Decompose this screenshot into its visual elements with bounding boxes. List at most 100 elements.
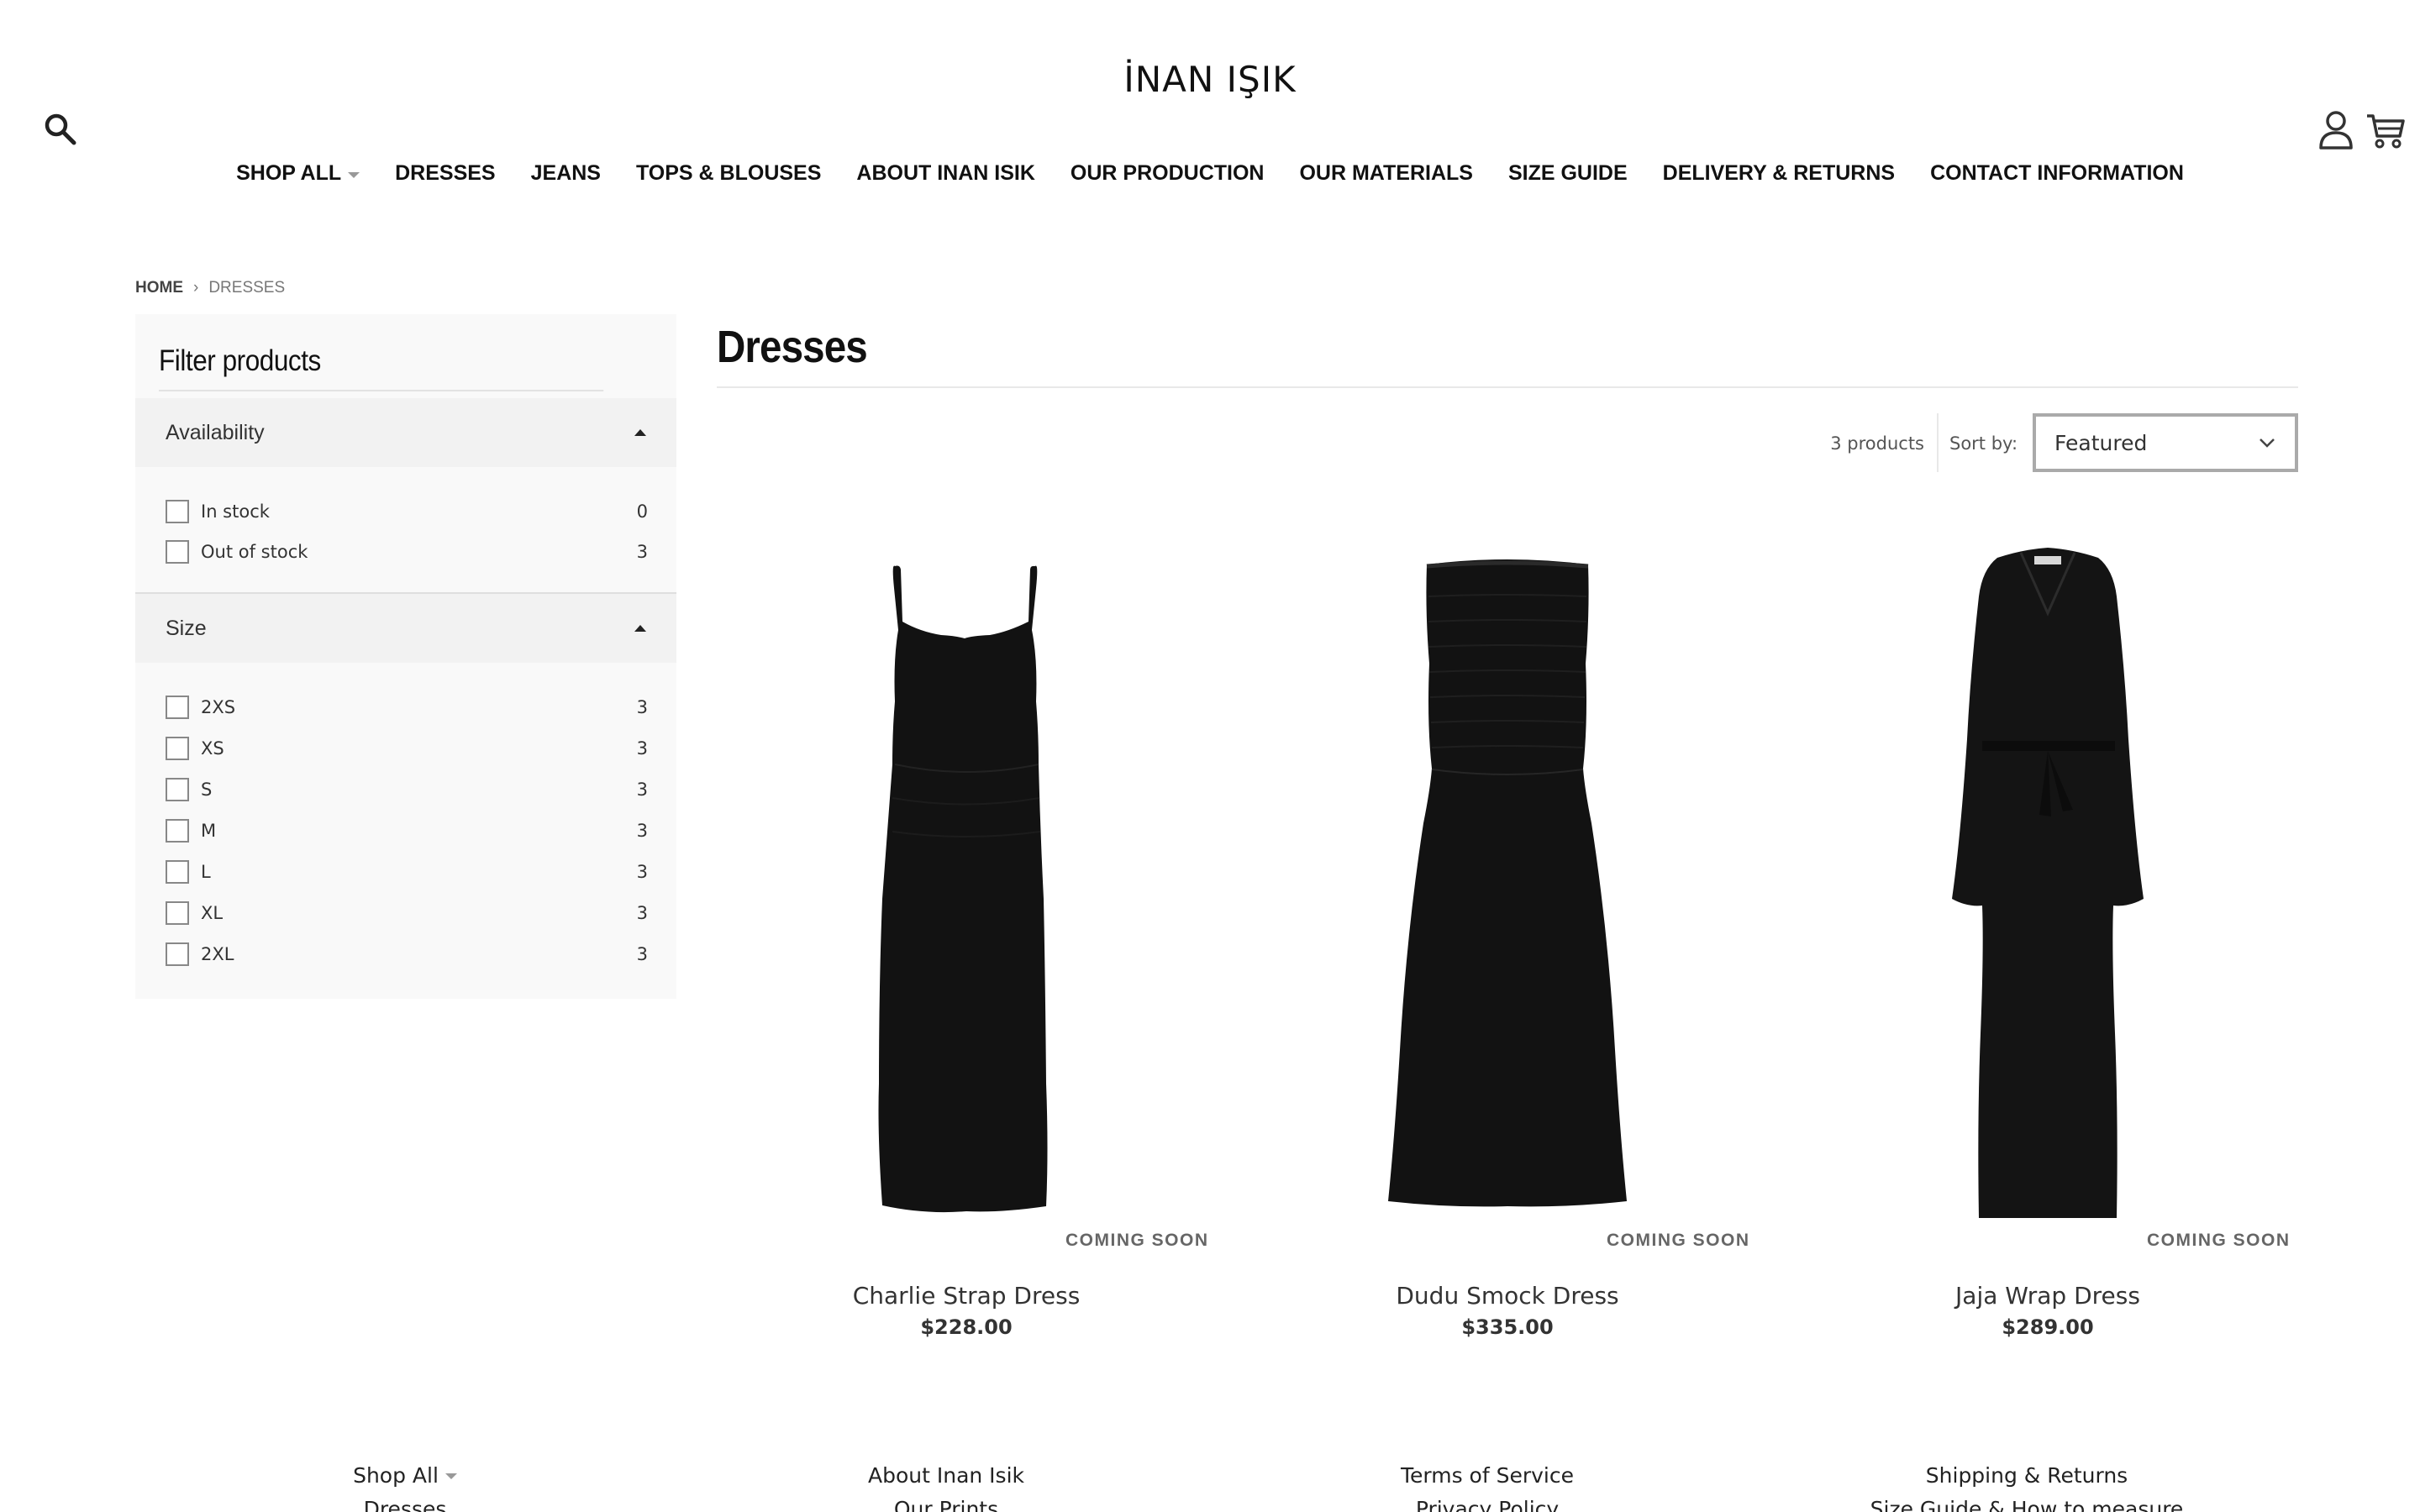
filter-option-in-stock[interactable]: In stock 0: [166, 495, 648, 528]
filter-option-count: 0: [636, 501, 648, 522]
filter-option-size-l[interactable]: L 3: [166, 855, 648, 889]
product-price: $228.00: [920, 1315, 1013, 1339]
checkbox[interactable]: [166, 737, 189, 760]
toolbar-divider: [1937, 413, 1939, 472]
filter-option-size-2xs[interactable]: 2XS 3: [166, 690, 648, 724]
product-image[interactable]: [714, 512, 1218, 1218]
checkbox[interactable]: [166, 942, 189, 966]
checkbox[interactable]: [166, 540, 189, 564]
footer-column: About Inan Isik Our Prints: [736, 1459, 1156, 1512]
cart-icon: [2367, 114, 2405, 149]
breadcrumb-home-link[interactable]: HOME: [135, 279, 183, 297]
product-price: $289.00: [2002, 1315, 2094, 1339]
filter-option-label: M: [201, 821, 217, 841]
user-icon: [2319, 111, 2353, 150]
sort-label: Sort by:: [1949, 433, 2018, 454]
nav-item-about[interactable]: ABOUT INAN ISIK: [856, 161, 1035, 186]
product-name[interactable]: Dudu Smock Dress: [1255, 1282, 1760, 1310]
chevron-up-icon: [634, 625, 646, 632]
filter-option-label: L: [201, 862, 211, 882]
chevron-down-icon: [2260, 438, 2275, 448]
checkbox[interactable]: [166, 860, 189, 884]
filter-option-count: 3: [636, 821, 648, 841]
filter-sidebar: Filter products Availability In stock 0 …: [135, 314, 676, 999]
brand-logo[interactable]: İNAN IŞIK: [0, 59, 2420, 100]
nav-item-production[interactable]: OUR PRODUCTION: [1071, 161, 1265, 186]
nav-item-label: SHOP ALL: [236, 161, 342, 185]
filter-option-label: XL: [201, 903, 224, 923]
checkbox[interactable]: [166, 696, 189, 719]
product-name[interactable]: Charlie Strap Dress: [714, 1282, 1218, 1310]
filter-option-size-m[interactable]: M 3: [166, 814, 648, 848]
filter-option-count: 3: [636, 738, 648, 759]
title-divider: [717, 386, 2298, 388]
availability-filter-label: Availability: [166, 420, 265, 444]
footer-link-label: Shop All: [353, 1463, 439, 1488]
filter-option-count: 3: [636, 780, 648, 800]
size-filter-label: Size: [166, 616, 207, 640]
availability-filter-toggle[interactable]: Availability: [135, 398, 676, 467]
filter-option-label: Out of stock: [201, 542, 308, 562]
cart-button[interactable]: [2365, 109, 2407, 151]
status-badge: COMING SOON: [1065, 1231, 1209, 1250]
filter-title: Filter products: [159, 344, 604, 391]
filter-option-label: 2XL: [201, 944, 234, 964]
filter-option-label: 2XS: [201, 697, 236, 717]
nav-item-delivery-returns[interactable]: DELIVERY & RETURNS: [1663, 161, 1895, 186]
nav-item-dresses[interactable]: DRESSES: [395, 161, 495, 186]
filter-option-size-xs[interactable]: XS 3: [166, 732, 648, 765]
product-image[interactable]: [1796, 512, 2300, 1218]
checkbox[interactable]: [166, 901, 189, 925]
nav-item-contact[interactable]: CONTACT INFORMATION: [1930, 161, 2184, 186]
filter-option-size-xl[interactable]: XL 3: [166, 896, 648, 930]
footer-link-prints[interactable]: Our Prints: [736, 1493, 1156, 1512]
nav-item-size-guide[interactable]: SIZE GUIDE: [1508, 161, 1628, 186]
breadcrumb: HOME › DRESSES: [135, 279, 285, 297]
filter-option-count: 3: [636, 542, 648, 562]
footer-column: Terms of Service Privacy Policy: [1277, 1459, 1697, 1512]
filter-option-count: 3: [636, 944, 648, 964]
account-button[interactable]: [2317, 109, 2354, 151]
checkbox[interactable]: [166, 500, 189, 523]
filter-option-label: XS: [201, 738, 224, 759]
nav-item-materials[interactable]: OUR MATERIALS: [1299, 161, 1472, 186]
product-image[interactable]: [1255, 512, 1760, 1218]
filter-option-count: 3: [636, 903, 648, 923]
sort-select[interactable]: Featured: [2033, 413, 2298, 472]
status-badge: COMING SOON: [2147, 1231, 2291, 1250]
footer-link-terms[interactable]: Terms of Service: [1277, 1459, 1697, 1493]
footer-link-about[interactable]: About Inan Isik: [736, 1459, 1156, 1493]
search-button[interactable]: [42, 111, 79, 148]
footer-column: Shipping & Returns Size Guide & How to m…: [1817, 1459, 2237, 1512]
breadcrumb-separator: ›: [193, 279, 199, 297]
filter-option-size-s[interactable]: S 3: [166, 773, 648, 806]
footer-link-size-guide[interactable]: Size Guide & How to measure: [1817, 1493, 2237, 1512]
product-name[interactable]: Jaja Wrap Dress: [1796, 1282, 2300, 1310]
filter-option-label: S: [201, 780, 213, 800]
footer-link-shop-all[interactable]: Shop All: [195, 1459, 615, 1493]
filter-option-out-of-stock[interactable]: Out of stock 3: [166, 535, 648, 569]
footer-column: Shop All Dresses: [195, 1459, 615, 1512]
size-filter-toggle[interactable]: Size: [135, 594, 676, 663]
filter-option-count: 3: [636, 862, 648, 882]
nav-item-jeans[interactable]: JEANS: [531, 161, 601, 186]
checkbox[interactable]: [166, 819, 189, 843]
product-count: 3 products: [1830, 433, 1924, 454]
footer-link-shipping[interactable]: Shipping & Returns: [1817, 1459, 2237, 1493]
chevron-down-icon: [445, 1473, 457, 1479]
checkbox[interactable]: [166, 778, 189, 801]
nav-item-tops-blouses[interactable]: TOPS & BLOUSES: [636, 161, 821, 186]
product-price: $335.00: [1461, 1315, 1554, 1339]
chevron-down-icon: [348, 172, 360, 178]
filter-option-count: 3: [636, 697, 648, 717]
status-badge: COMING SOON: [1607, 1231, 1750, 1250]
footer-link-privacy[interactable]: Privacy Policy: [1277, 1493, 1697, 1512]
sort-select-value: Featured: [2054, 430, 2148, 455]
search-icon: [45, 113, 76, 145]
chevron-up-icon: [634, 429, 646, 436]
nav-item-shop-all[interactable]: SHOP ALL: [236, 161, 360, 186]
breadcrumb-current: DRESSES: [208, 279, 286, 297]
main-navigation: SHOP ALL DRESSES JEANS TOPS & BLOUSES AB…: [0, 161, 2420, 186]
footer-link-dresses[interactable]: Dresses: [195, 1493, 615, 1512]
filter-option-size-2xl[interactable]: 2XL 3: [166, 937, 648, 971]
